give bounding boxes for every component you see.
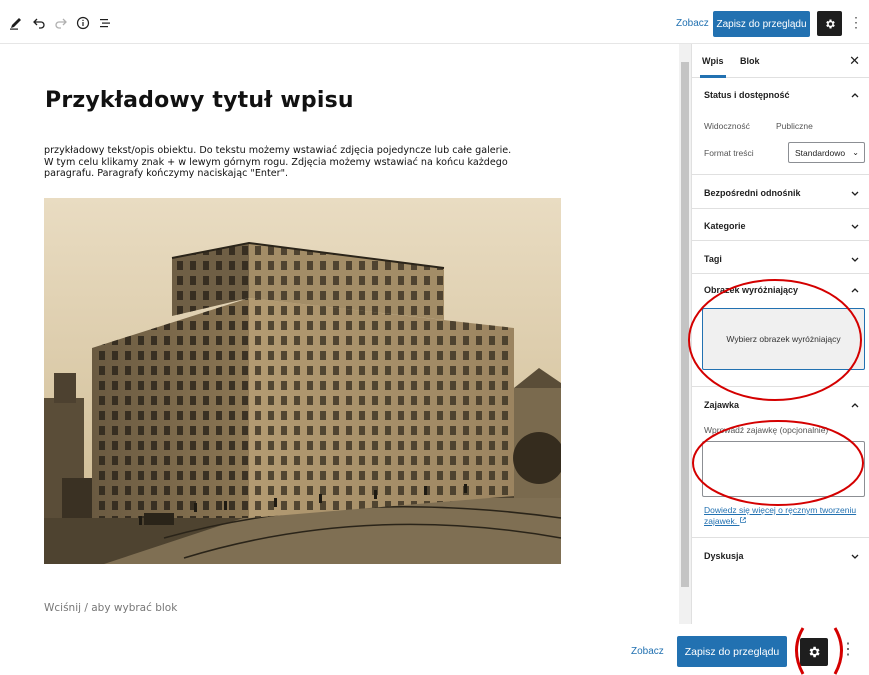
editor-window: Zobacz Zapisz do przeglądu ⋮ Przykładowy… bbox=[0, 0, 869, 675]
tags-panel-title[interactable]: Tagi bbox=[704, 254, 722, 264]
external-link-icon bbox=[740, 517, 747, 523]
permalink-panel-title[interactable]: Bezpośredni odnośnik bbox=[704, 188, 801, 198]
active-tab-indicator bbox=[700, 75, 726, 78]
format-select-value: Standardowo bbox=[795, 147, 846, 158]
settings-toggle-button[interactable] bbox=[817, 11, 842, 36]
featured-image-panel-title[interactable]: Obrazek wyróżniający bbox=[704, 285, 798, 295]
paragraph-line: przykładowy tekst/opis obiektu. Do tekst… bbox=[44, 145, 512, 156]
top-toolbar: Zobacz Zapisz do przeglądu ⋮ bbox=[0, 0, 869, 44]
status-panel-title[interactable]: Status i dostępność bbox=[704, 90, 790, 100]
excerpt-label: Wprowadź zajawkę (opcjonalnie) bbox=[704, 425, 829, 435]
tab-block[interactable]: Blok bbox=[740, 56, 760, 66]
block-placeholder[interactable]: Wciśnij / aby wybrać blok bbox=[44, 602, 177, 614]
submit-for-review-button[interactable]: Zapisz do przeglądu bbox=[677, 636, 787, 667]
settings-sidebar: Wpis Blok ✕ Status i dostępność Widoczno… bbox=[691, 44, 869, 624]
paragraph-line: paragrafu. Paragrafy kończymy naciskając… bbox=[44, 168, 289, 180]
post-title[interactable]: Przykładowy tytuł wpisu bbox=[45, 88, 354, 113]
divider bbox=[692, 208, 869, 209]
more-options-icon[interactable]: ⋮ bbox=[849, 15, 863, 29]
visibility-label: Widoczność bbox=[704, 121, 750, 131]
chevron-down-icon[interactable] bbox=[850, 221, 860, 231]
paragraph-block[interactable]: przykładowy tekst/opis obiektu. Do tekst… bbox=[44, 145, 574, 180]
divider bbox=[692, 174, 869, 175]
gear-icon bbox=[825, 19, 835, 28]
list-view-icon[interactable] bbox=[96, 14, 114, 32]
categories-panel-title[interactable]: Kategorie bbox=[704, 221, 746, 231]
chevron-down-icon[interactable] bbox=[850, 551, 860, 561]
close-icon[interactable]: ✕ bbox=[849, 53, 860, 69]
chevron-up-icon[interactable] bbox=[850, 90, 860, 100]
chevron-down-icon: ⌄ bbox=[852, 148, 859, 157]
chevron-up-icon[interactable] bbox=[850, 285, 860, 295]
settings-toggle-button[interactable] bbox=[800, 638, 828, 666]
format-select[interactable]: Standardowo ⌄ bbox=[788, 142, 865, 163]
divider bbox=[692, 537, 869, 538]
excerpt-help-link-line: Dowiedz się więcej o ręcznym tworzeniu bbox=[704, 505, 857, 515]
excerpt-panel-title[interactable]: Zajawka bbox=[704, 400, 739, 410]
gear-icon bbox=[809, 646, 820, 658]
paragraph-line: W tym celu klikamy znak + w lewym górnym… bbox=[44, 156, 508, 168]
preview-link[interactable]: Zobacz bbox=[631, 646, 664, 657]
format-label: Format treści bbox=[704, 148, 754, 158]
info-icon[interactable] bbox=[74, 14, 92, 32]
excerpt-textarea[interactable] bbox=[702, 441, 865, 497]
undo-icon[interactable] bbox=[30, 14, 48, 32]
divider bbox=[692, 386, 869, 387]
visibility-value[interactable]: Publiczne bbox=[776, 121, 813, 131]
divider bbox=[692, 273, 869, 274]
building-photo bbox=[44, 198, 561, 564]
submit-for-review-button[interactable]: Zapisz do przeglądu bbox=[713, 11, 810, 37]
chevron-down-icon[interactable] bbox=[850, 254, 860, 264]
excerpt-help-link-line: zajawek. bbox=[704, 516, 738, 526]
chevron-down-icon[interactable] bbox=[850, 188, 860, 198]
scrollbar-thumb[interactable] bbox=[681, 62, 689, 587]
chevron-up-icon[interactable] bbox=[850, 400, 860, 410]
preview-link[interactable]: Zobacz bbox=[676, 18, 709, 29]
excerpt-help-link[interactable]: Dowiedz się więcej o ręcznym tworzeniu z… bbox=[704, 505, 862, 527]
image-block[interactable] bbox=[44, 198, 561, 564]
pencil-icon[interactable] bbox=[7, 14, 25, 32]
sidebar-tabs: Wpis Blok ✕ bbox=[692, 44, 869, 78]
redo-icon[interactable] bbox=[52, 14, 70, 32]
tab-post[interactable]: Wpis bbox=[702, 56, 724, 66]
discussion-panel-title[interactable]: Dyskusja bbox=[704, 551, 744, 561]
divider bbox=[692, 240, 869, 241]
more-options-icon[interactable]: ⋮ bbox=[840, 642, 856, 658]
set-featured-image-button[interactable]: Wybierz obrazek wyróżniający bbox=[702, 308, 865, 370]
